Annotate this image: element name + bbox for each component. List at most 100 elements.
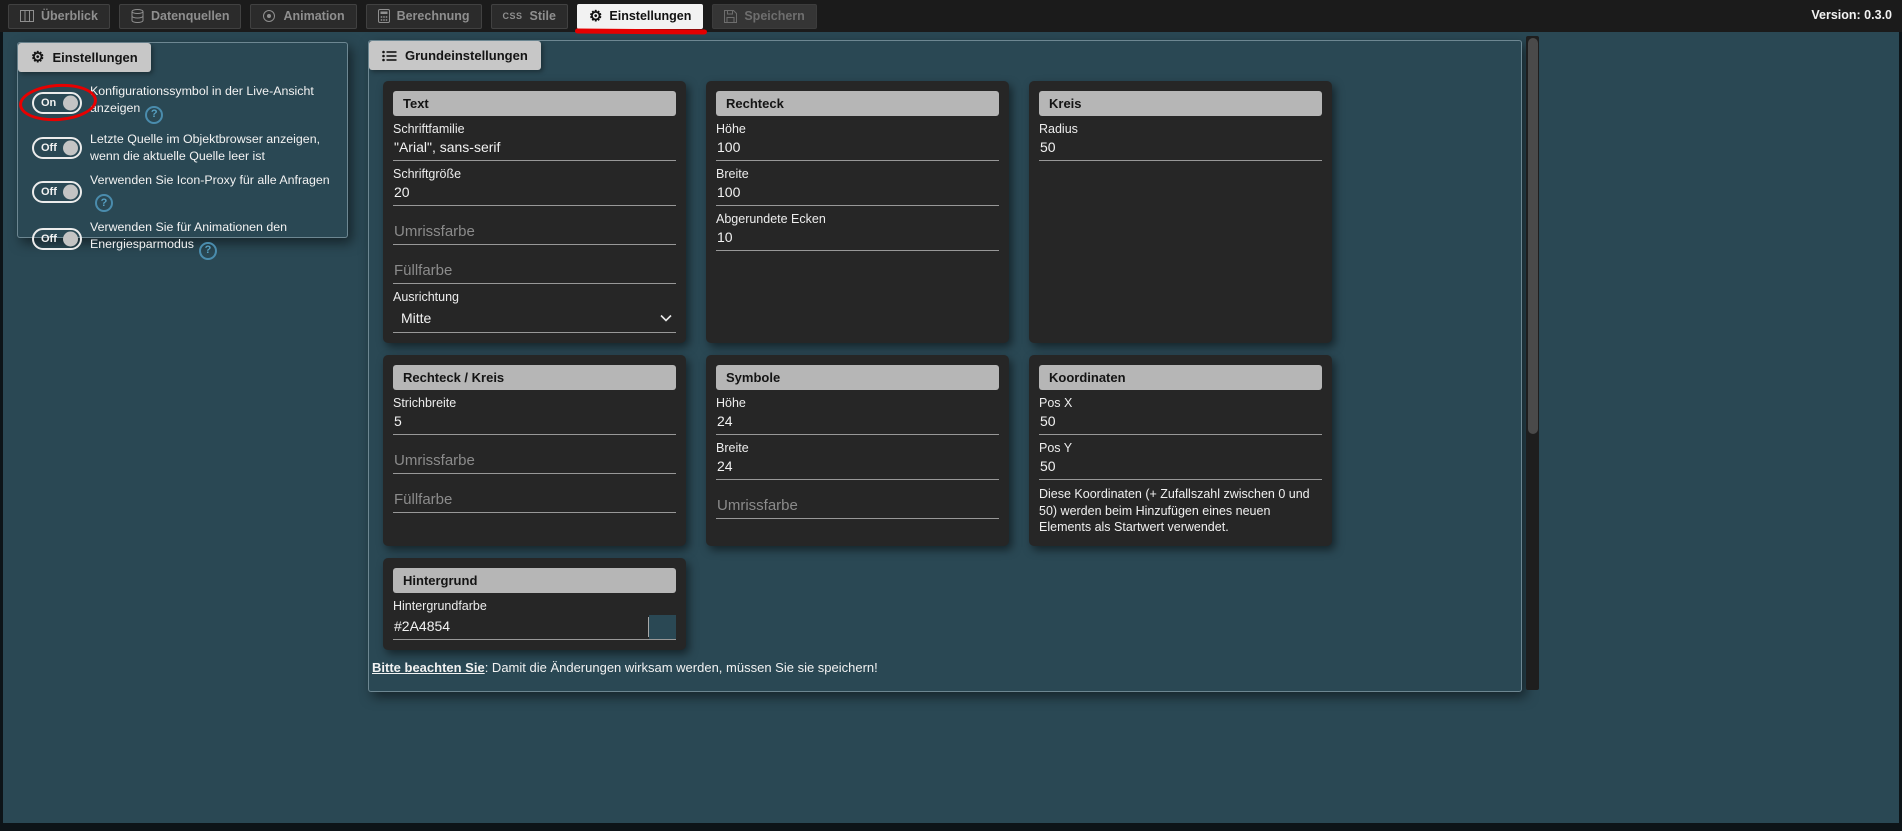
toggle-letzte-quelle[interactable]: Off [32,137,82,159]
toolbar-button-ueberblick[interactable]: Überblick [8,4,110,29]
rechteck-kreis-umrissfarbe-input[interactable] [393,449,676,474]
field-label: Abgerundete Ecken [716,212,999,226]
card-text: Text Schriftfamilie Schriftgröße Ausrich… [383,81,686,343]
kreis-radius-input[interactable] [1039,136,1322,161]
rechteck-abgerundete-ecken-input[interactable] [716,226,999,251]
field-label: Schriftfamilie [393,122,676,136]
toggle-state-label: Off [41,233,57,245]
app-window: Überblick Datenquellen Animation Berechn… [0,0,1902,831]
toggle-row: Off Verwenden Sie für Animationen den En… [32,219,337,260]
toolbar-button-speichern[interactable]: Speichern [712,4,816,29]
toggle-knob [63,96,78,111]
field-label: Höhe [716,396,999,410]
text-ausrichtung-select[interactable]: Mitte [393,306,676,333]
rechteck-kreis-strichbreite-input[interactable] [393,410,676,435]
card-kreis: Kreis Radius [1029,81,1332,343]
select-value: Mitte [401,310,431,326]
toggle-label-text: Verwenden Sie für Animationen den Energi… [90,220,287,251]
text-schriftfamilie-input[interactable] [393,136,676,161]
field-label: Hintergrundfarbe [393,599,676,613]
overview-icon [20,10,34,22]
card-title: Koordinaten [1039,365,1322,390]
help-icon[interactable]: ? [145,106,163,124]
grundeinstellungen-panel: Grundeinstellungen Text Schriftfamilie S… [368,40,1522,692]
toolbar-button-datenquellen[interactable]: Datenquellen [119,4,242,29]
toolbar-button-einstellungen[interactable]: ⚙ Einstellungen [577,4,703,29]
toggle-konfigurationssymbol[interactable]: On [32,92,82,114]
card-grid: Text Schriftfamilie Schriftgröße Ausrich… [369,41,1521,650]
hintergrund-color-swatch[interactable] [649,615,676,639]
scrollbar[interactable] [1526,36,1539,690]
animation-icon [262,9,276,23]
card-hintergrund: Hintergrund Hintergrundfarbe [383,558,686,650]
database-icon [131,9,144,23]
field-label: Strichbreite [393,396,676,410]
toggle-knob [63,232,78,247]
settings-panel-tab: ⚙ Einstellungen [18,43,151,72]
toggle-label-text: Konfigurationssymbol in der Live-Ansicht… [90,84,314,115]
content-area: ⚙ Einstellungen On Konfigurationssymbol … [0,32,1902,831]
koordinaten-pos-x-input[interactable] [1039,410,1322,435]
card-symbole: Symbole Höhe Breite [706,355,1009,546]
field-label: Pos X [1039,396,1322,410]
field-label: Ausrichtung [393,290,676,304]
rechteck-hoehe-input[interactable] [716,136,999,161]
toolbar-button-animation[interactable]: Animation [250,4,356,29]
card-title: Hintergrund [393,568,676,593]
toolbar: Überblick Datenquellen Animation Berechn… [0,0,1902,32]
card-title: Text [393,91,676,116]
toggle-state-label: On [41,97,56,109]
toolbar-button-label: Überblick [41,9,98,23]
field-label: Schriftgröße [393,167,676,181]
gear-icon: ⚙ [589,9,602,24]
toggle-state-label: Off [41,142,57,154]
toggle-icon-proxy[interactable]: Off [32,181,82,203]
toggle-energiesparmodus[interactable]: Off [32,228,82,250]
toggle-state-label: Off [41,186,57,198]
list-icon [382,50,397,62]
rechteck-breite-input[interactable] [716,181,999,206]
scrollbar-thumb[interactable] [1528,38,1538,434]
toggle-knob [63,184,78,199]
toggle-label-text: Verwenden Sie Icon-Proxy für alle Anfrag… [90,173,330,187]
chevron-down-icon [660,314,672,322]
rechteck-kreis-fuellfarbe-input[interactable] [393,488,676,513]
toggle-description: Letzte Quelle im Objektbrowser anzeigen,… [90,131,337,165]
card-koordinaten: Koordinaten Pos X Pos Y Diese Koordinate… [1029,355,1332,546]
card-rechteck: Rechteck Höhe Breite Abgerundete Ecken [706,81,1009,343]
symbole-hoehe-input[interactable] [716,410,999,435]
gear-icon: ⚙ [31,50,44,65]
card-title: Rechteck / Kreis [393,365,676,390]
grundeinstellungen-panel-tab: Grundeinstellungen [369,41,541,70]
field-label: Breite [716,441,999,455]
toolbar-button-berechnung[interactable]: Berechnung [366,4,482,29]
toolbar-button-stile[interactable]: CSS Stile [491,4,568,29]
text-fuellfarbe-input[interactable] [393,259,676,284]
toggle-knob [63,140,78,155]
help-icon[interactable]: ? [199,242,217,260]
card-title: Rechteck [716,91,999,116]
help-icon[interactable]: ? [95,194,113,212]
grundeinstellungen-panel-title: Grundeinstellungen [405,48,528,63]
css-icon: CSS [503,12,523,21]
save-reminder-lead: Bitte beachten Sie [372,660,485,675]
koordinaten-pos-y-input[interactable] [1039,455,1322,480]
toggle-list: On Konfigurationssymbol in der Live-Ansi… [18,43,347,260]
toolbar-button-label: Datenquellen [151,9,230,23]
card-title: Kreis [1039,91,1322,116]
toggle-row: Off Verwenden Sie Icon-Proxy für alle An… [32,172,337,213]
field-label: Breite [716,167,999,181]
koordinaten-description: Diese Koordinaten (+ Zufallszahl zwische… [1039,486,1322,536]
text-umrissfarbe-input[interactable] [393,220,676,245]
toolbar-button-label: Einstellungen [609,9,691,23]
text-schriftgroesse-input[interactable] [393,181,676,206]
symbole-umrissfarbe-input[interactable] [716,494,999,519]
settings-panel: ⚙ Einstellungen On Konfigurationssymbol … [17,42,348,238]
version-label: Version: 0.3.0 [1811,8,1892,22]
calculator-icon [378,9,390,23]
hintergrund-hintergrundfarbe-input[interactable] [393,615,648,639]
symbole-breite-input[interactable] [716,455,999,480]
field-label: Radius [1039,122,1322,136]
card-rechteck-kreis: Rechteck / Kreis Strichbreite [383,355,686,546]
toolbar-button-label: Speichern [744,9,804,23]
